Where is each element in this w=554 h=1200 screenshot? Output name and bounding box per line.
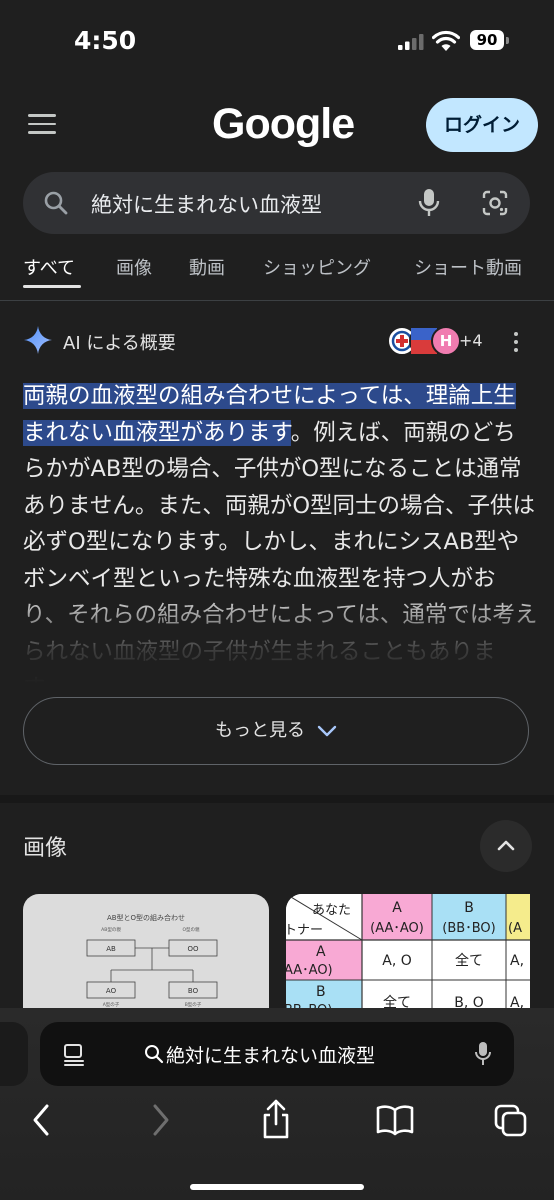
pedigree-parent2-caption: O型の親 [182,926,200,933]
chevron-up-icon [497,840,515,851]
tab-shopping[interactable]: ショッピング [263,254,371,280]
screen: 4:50 90 Google ログイン 絶対に生まれない血液型 すべて 画像 動… [0,0,554,1200]
tabs-divider [0,300,554,301]
collapse-images-button[interactable] [480,820,532,872]
source-icon-3: H [431,326,461,356]
show-more-label: もっと見る [215,720,305,741]
table-cell: 全て [455,952,483,969]
address-text[interactable]: 絶対に生まれない血液型 [166,1041,375,1068]
pedigree-diagram: AB型とO型の組み合わせ AB型の親 O型の親 AB OO AO BO A型の子… [86,913,218,1008]
text-fade-overlay [0,590,554,700]
pedigree-parent1-caption: AB型の親 [101,926,121,933]
gemini-sparkle-icon [24,326,52,354]
battery-level: 90 [470,30,504,50]
search-tabs: すべて 画像 動画 ショッピング ショート動画 [0,254,554,294]
table-col-c: (A [508,921,522,936]
image-result-blood-table[interactable]: あなた トナー A (AA･AO) B (BB･BO) (A A AA･AO) … [286,894,530,1024]
table-corner-top: あなた [312,903,351,918]
tab-images[interactable]: 画像 [116,254,152,280]
more-options-icon[interactable] [514,332,520,356]
sources-more-count: +4 [459,331,483,350]
source-favicons[interactable]: H +4 [387,326,487,356]
blood-type-table: あなた トナー A (AA･AO) B (BB･BO) (A A AA･AO) … [286,894,530,1024]
table-col-a: A [392,900,402,916]
pedigree-child2-caption: B型の子 [185,1001,202,1008]
pedigree-heading: AB型とO型の組み合わせ [107,913,185,922]
microphone-icon[interactable] [418,188,440,218]
search-query[interactable]: 絶対に生まれない血液型 [91,189,322,219]
tabs-icon[interactable] [494,1104,528,1138]
image-result-pedigree[interactable]: AB型とO型の組み合わせ AB型の親 O型の親 AB OO AO BO A型の子… [23,894,269,1024]
ai-overview-title: AI による概要 [63,333,176,354]
table-row-a-sub: AA･AO) [286,963,333,978]
active-tab-underline [23,285,81,288]
google-lens-icon[interactable] [481,189,509,217]
wifi-icon [432,30,460,51]
tab-short-videos[interactable]: ショート動画 [414,254,522,280]
table-row-a: A [316,944,326,960]
address-search-icon [145,1045,164,1064]
search-icon [44,191,68,215]
pedigree-parent1: AB [106,945,116,953]
google-logo[interactable]: Google [212,100,355,149]
table-row-b: B [316,984,326,1000]
pedigree-child2: BO [188,987,199,995]
status-bar: 4:50 90 [0,0,554,80]
tab-videos[interactable]: 動画 [189,254,225,280]
search-box[interactable]: 絶対に生まれない血液型 [23,172,530,234]
bookmarks-icon[interactable] [376,1104,414,1136]
section-separator [0,795,554,803]
pedigree-parent2: OO [187,945,199,953]
images-section-title: 画像 [23,836,68,861]
pedigree-child1: AO [106,987,117,995]
login-button[interactable]: ログイン [426,98,538,152]
pedigree-child1-caption: A型の子 [103,1001,120,1008]
safari-address-bar[interactable]: 絶対に生まれない血液型 [40,1022,514,1086]
table-col-b-sub: (BB･BO) [442,921,495,936]
address-microphone-icon[interactable] [474,1041,492,1067]
show-more-button[interactable]: もっと見る [23,697,529,765]
table-cell: A, O [382,953,412,969]
home-indicator [190,1184,364,1190]
table-col-a-sub: (AA･AO) [370,921,424,936]
chevron-down-icon [317,725,337,737]
share-icon[interactable] [260,1098,292,1140]
battery-tip [506,37,509,44]
tab-all[interactable]: すべて [23,254,75,280]
cellular-signal-icon [398,34,424,50]
table-col-b: B [464,900,474,916]
hamburger-menu-icon[interactable] [28,114,56,136]
status-time: 4:50 [74,26,137,55]
back-arrow-icon[interactable] [30,1102,52,1138]
previous-tab-preview[interactable] [0,1022,28,1086]
page-menu-icon[interactable] [62,1043,86,1067]
table-cell: A, [510,953,524,969]
table-corner-bottom: トナー [286,923,323,938]
forward-arrow-icon[interactable] [150,1102,172,1138]
